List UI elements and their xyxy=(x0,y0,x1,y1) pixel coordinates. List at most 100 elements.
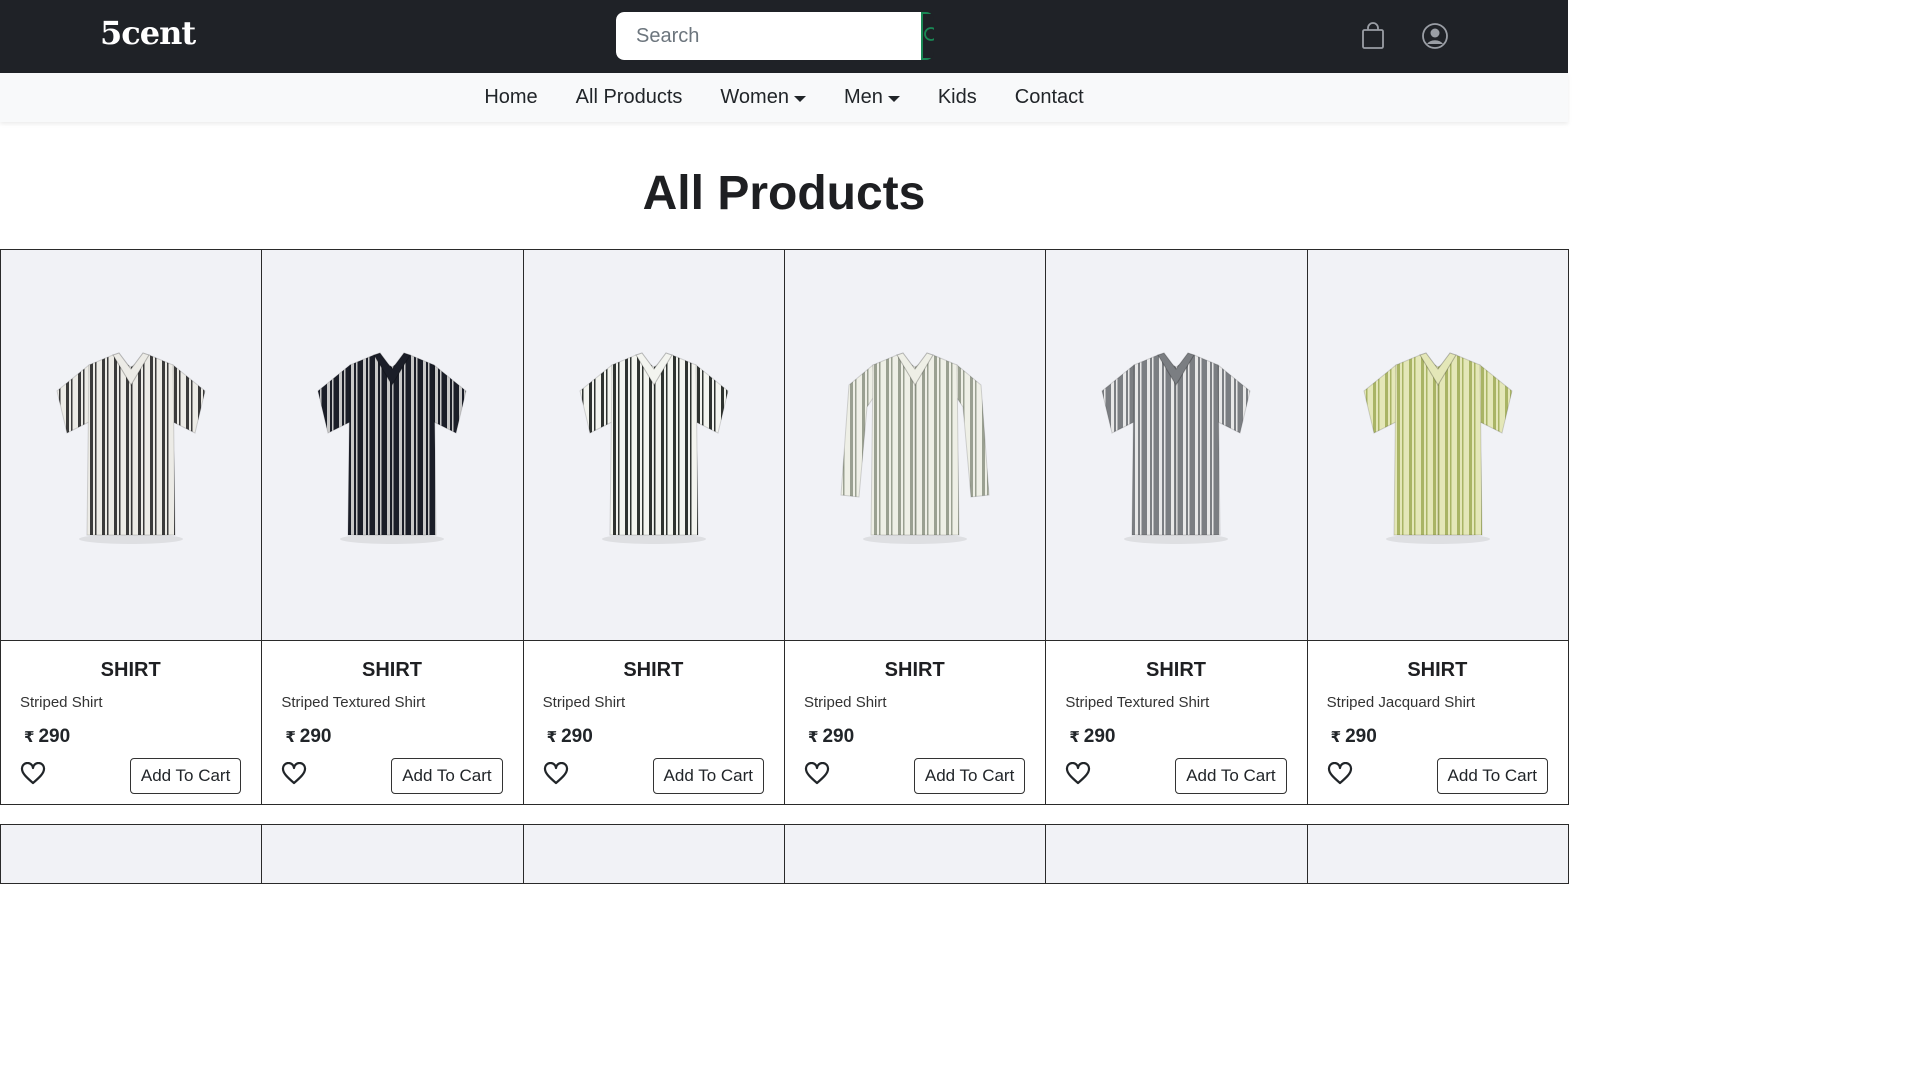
nav-kids[interactable]: Kids xyxy=(938,86,977,109)
product-card-partial[interactable] xyxy=(1045,824,1308,884)
main-navigation: Home All Products Women Men Kids Contact xyxy=(0,73,1568,122)
product-category: SHIRT xyxy=(623,659,684,681)
nav-women-label: Women xyxy=(720,86,789,108)
heart-icon xyxy=(282,761,307,784)
caret-down-icon xyxy=(793,95,806,102)
product-name[interactable]: Striped Jacquard Shirt xyxy=(1327,694,1548,711)
product-actions: Add To Cart xyxy=(20,758,242,794)
add-to-cart-button[interactable]: Add To Cart xyxy=(1175,758,1287,794)
product-image[interactable] xyxy=(1307,250,1568,641)
currency-symbol: ₹ xyxy=(1330,729,1342,746)
heart-icon xyxy=(543,761,568,784)
price-value: 290 xyxy=(299,726,332,747)
search-icon xyxy=(924,27,934,41)
product-info: SHIRT Striped Jacquard Shirt ₹290 Add To Ca… xyxy=(1308,641,1568,804)
product-card[interactable]: SHIRT Striped Shirt ₹290 Add To Cart xyxy=(784,249,1047,805)
product-card-partial[interactable] xyxy=(1306,824,1569,884)
product-category: SHIRT xyxy=(1145,659,1206,681)
nav-contact-label: Contact xyxy=(1014,86,1084,108)
product-name[interactable]: Striped Textured Shirt xyxy=(281,694,502,711)
product-price: ₹290 xyxy=(1069,726,1286,748)
shirt-image xyxy=(1363,352,1513,544)
product-info: SHIRT Striped Shirt ₹290 Add To Cart xyxy=(1,641,261,804)
product-image[interactable] xyxy=(785,250,1046,641)
product-card[interactable]: SHIRT Striped Shirt ₹290 Add To Cart xyxy=(522,249,785,805)
account-button[interactable] xyxy=(1421,22,1449,55)
user-account-icon xyxy=(1422,23,1448,49)
product-actions: Add To Cart xyxy=(1065,758,1287,794)
product-grid-next-row xyxy=(0,824,1569,884)
product-category: SHIRT xyxy=(100,659,161,681)
currency-symbol: ₹ xyxy=(1069,729,1080,746)
product-actions: Add To Cart xyxy=(804,758,1026,794)
nav-contact[interactable]: Contact xyxy=(1015,86,1084,109)
page-title: All Products xyxy=(642,167,926,220)
wishlist-button[interactable] xyxy=(20,761,46,791)
add-to-cart-button[interactable]: Add To Cart xyxy=(129,758,242,794)
shirt-image xyxy=(317,352,468,544)
product-name[interactable]: Striped Shirt xyxy=(804,694,1025,711)
currency-symbol: ₹ xyxy=(808,729,819,746)
shopping-bag-icon xyxy=(1362,22,1384,49)
cart-button[interactable] xyxy=(1361,22,1385,55)
product-price: ₹290 xyxy=(808,726,1025,748)
nav-home-label: Home xyxy=(484,86,538,108)
product-card[interactable]: SHIRT Striped Textured Shirt ₹290 Add To Ca… xyxy=(1045,249,1308,805)
product-image[interactable] xyxy=(523,250,784,641)
product-category: SHIRT xyxy=(1407,659,1468,681)
add-to-cart-button[interactable]: Add To Cart xyxy=(1436,758,1548,794)
heart-icon xyxy=(20,761,46,784)
currency-symbol: ₹ xyxy=(285,729,296,746)
nav-all-products[interactable]: All Products xyxy=(576,86,683,109)
nav-women-dropdown[interactable]: Women xyxy=(720,86,806,109)
wishlist-button[interactable] xyxy=(1327,761,1353,791)
heart-icon xyxy=(1327,761,1352,784)
product-info: SHIRT Striped Textured Shirt ₹290 Add To Ca… xyxy=(262,641,522,804)
product-card-partial[interactable] xyxy=(784,824,1047,884)
product-card[interactable]: SHIRT Striped Jacquard Shirt ₹290 Add To Ca… xyxy=(1306,249,1569,805)
shirt-image xyxy=(56,352,206,544)
brand-logo[interactable]: 5cent xyxy=(100,14,196,52)
price-value: 290 xyxy=(561,726,593,747)
add-to-cart-button[interactable]: Add To Cart xyxy=(652,758,764,794)
product-name[interactable]: Striped Shirt xyxy=(20,694,241,711)
product-card-partial[interactable] xyxy=(0,824,263,884)
product-price: ₹290 xyxy=(285,726,502,748)
currency-symbol: ₹ xyxy=(24,729,35,746)
currency-symbol: ₹ xyxy=(546,729,558,746)
product-image[interactable] xyxy=(262,250,523,641)
shirt-image xyxy=(840,352,990,544)
price-value: 290 xyxy=(1083,726,1116,747)
shirt-image xyxy=(1101,352,1252,544)
search-button[interactable] xyxy=(921,12,934,60)
product-image[interactable] xyxy=(1,250,262,641)
search-bar xyxy=(616,12,934,60)
product-card[interactable]: SHIRT Striped Textured Shirt ₹290 Add To Ca… xyxy=(261,249,524,805)
search-input[interactable] xyxy=(616,12,921,60)
caret-down-icon xyxy=(887,95,900,102)
wishlist-button[interactable] xyxy=(281,761,307,791)
product-actions: Add To Cart xyxy=(1327,758,1548,794)
product-info: SHIRT Striped Shirt ₹290 Add To Cart xyxy=(785,641,1045,804)
product-price: ₹290 xyxy=(24,726,241,748)
product-card-partial[interactable] xyxy=(261,824,524,884)
product-card-partial[interactable] xyxy=(522,824,785,884)
product-grid: SHIRT Striped Shirt ₹290 Add To Cart SHIRT St… xyxy=(0,249,1569,805)
wishlist-button[interactable] xyxy=(1065,761,1091,791)
add-to-cart-button[interactable]: Add To Cart xyxy=(913,758,1026,794)
wishlist-button[interactable] xyxy=(543,761,569,791)
product-name[interactable]: Striped Textured Shirt xyxy=(1065,694,1286,711)
nav-men-dropdown[interactable]: Men xyxy=(844,86,900,109)
product-actions: Add To Cart xyxy=(281,758,503,794)
product-card[interactable]: SHIRT Striped Shirt ₹290 Add To Cart xyxy=(0,249,263,805)
product-price: ₹290 xyxy=(1331,726,1548,748)
wishlist-button[interactable] xyxy=(804,761,830,791)
product-category: SHIRT xyxy=(884,659,945,681)
product-name[interactable]: Striped Shirt xyxy=(543,694,764,711)
product-price: ₹290 xyxy=(547,726,764,748)
product-actions: Add To Cart xyxy=(543,758,764,794)
price-value: 290 xyxy=(38,726,71,747)
nav-home[interactable]: Home xyxy=(484,86,537,109)
product-image[interactable] xyxy=(1046,250,1307,641)
add-to-cart-button[interactable]: Add To Cart xyxy=(391,758,503,794)
